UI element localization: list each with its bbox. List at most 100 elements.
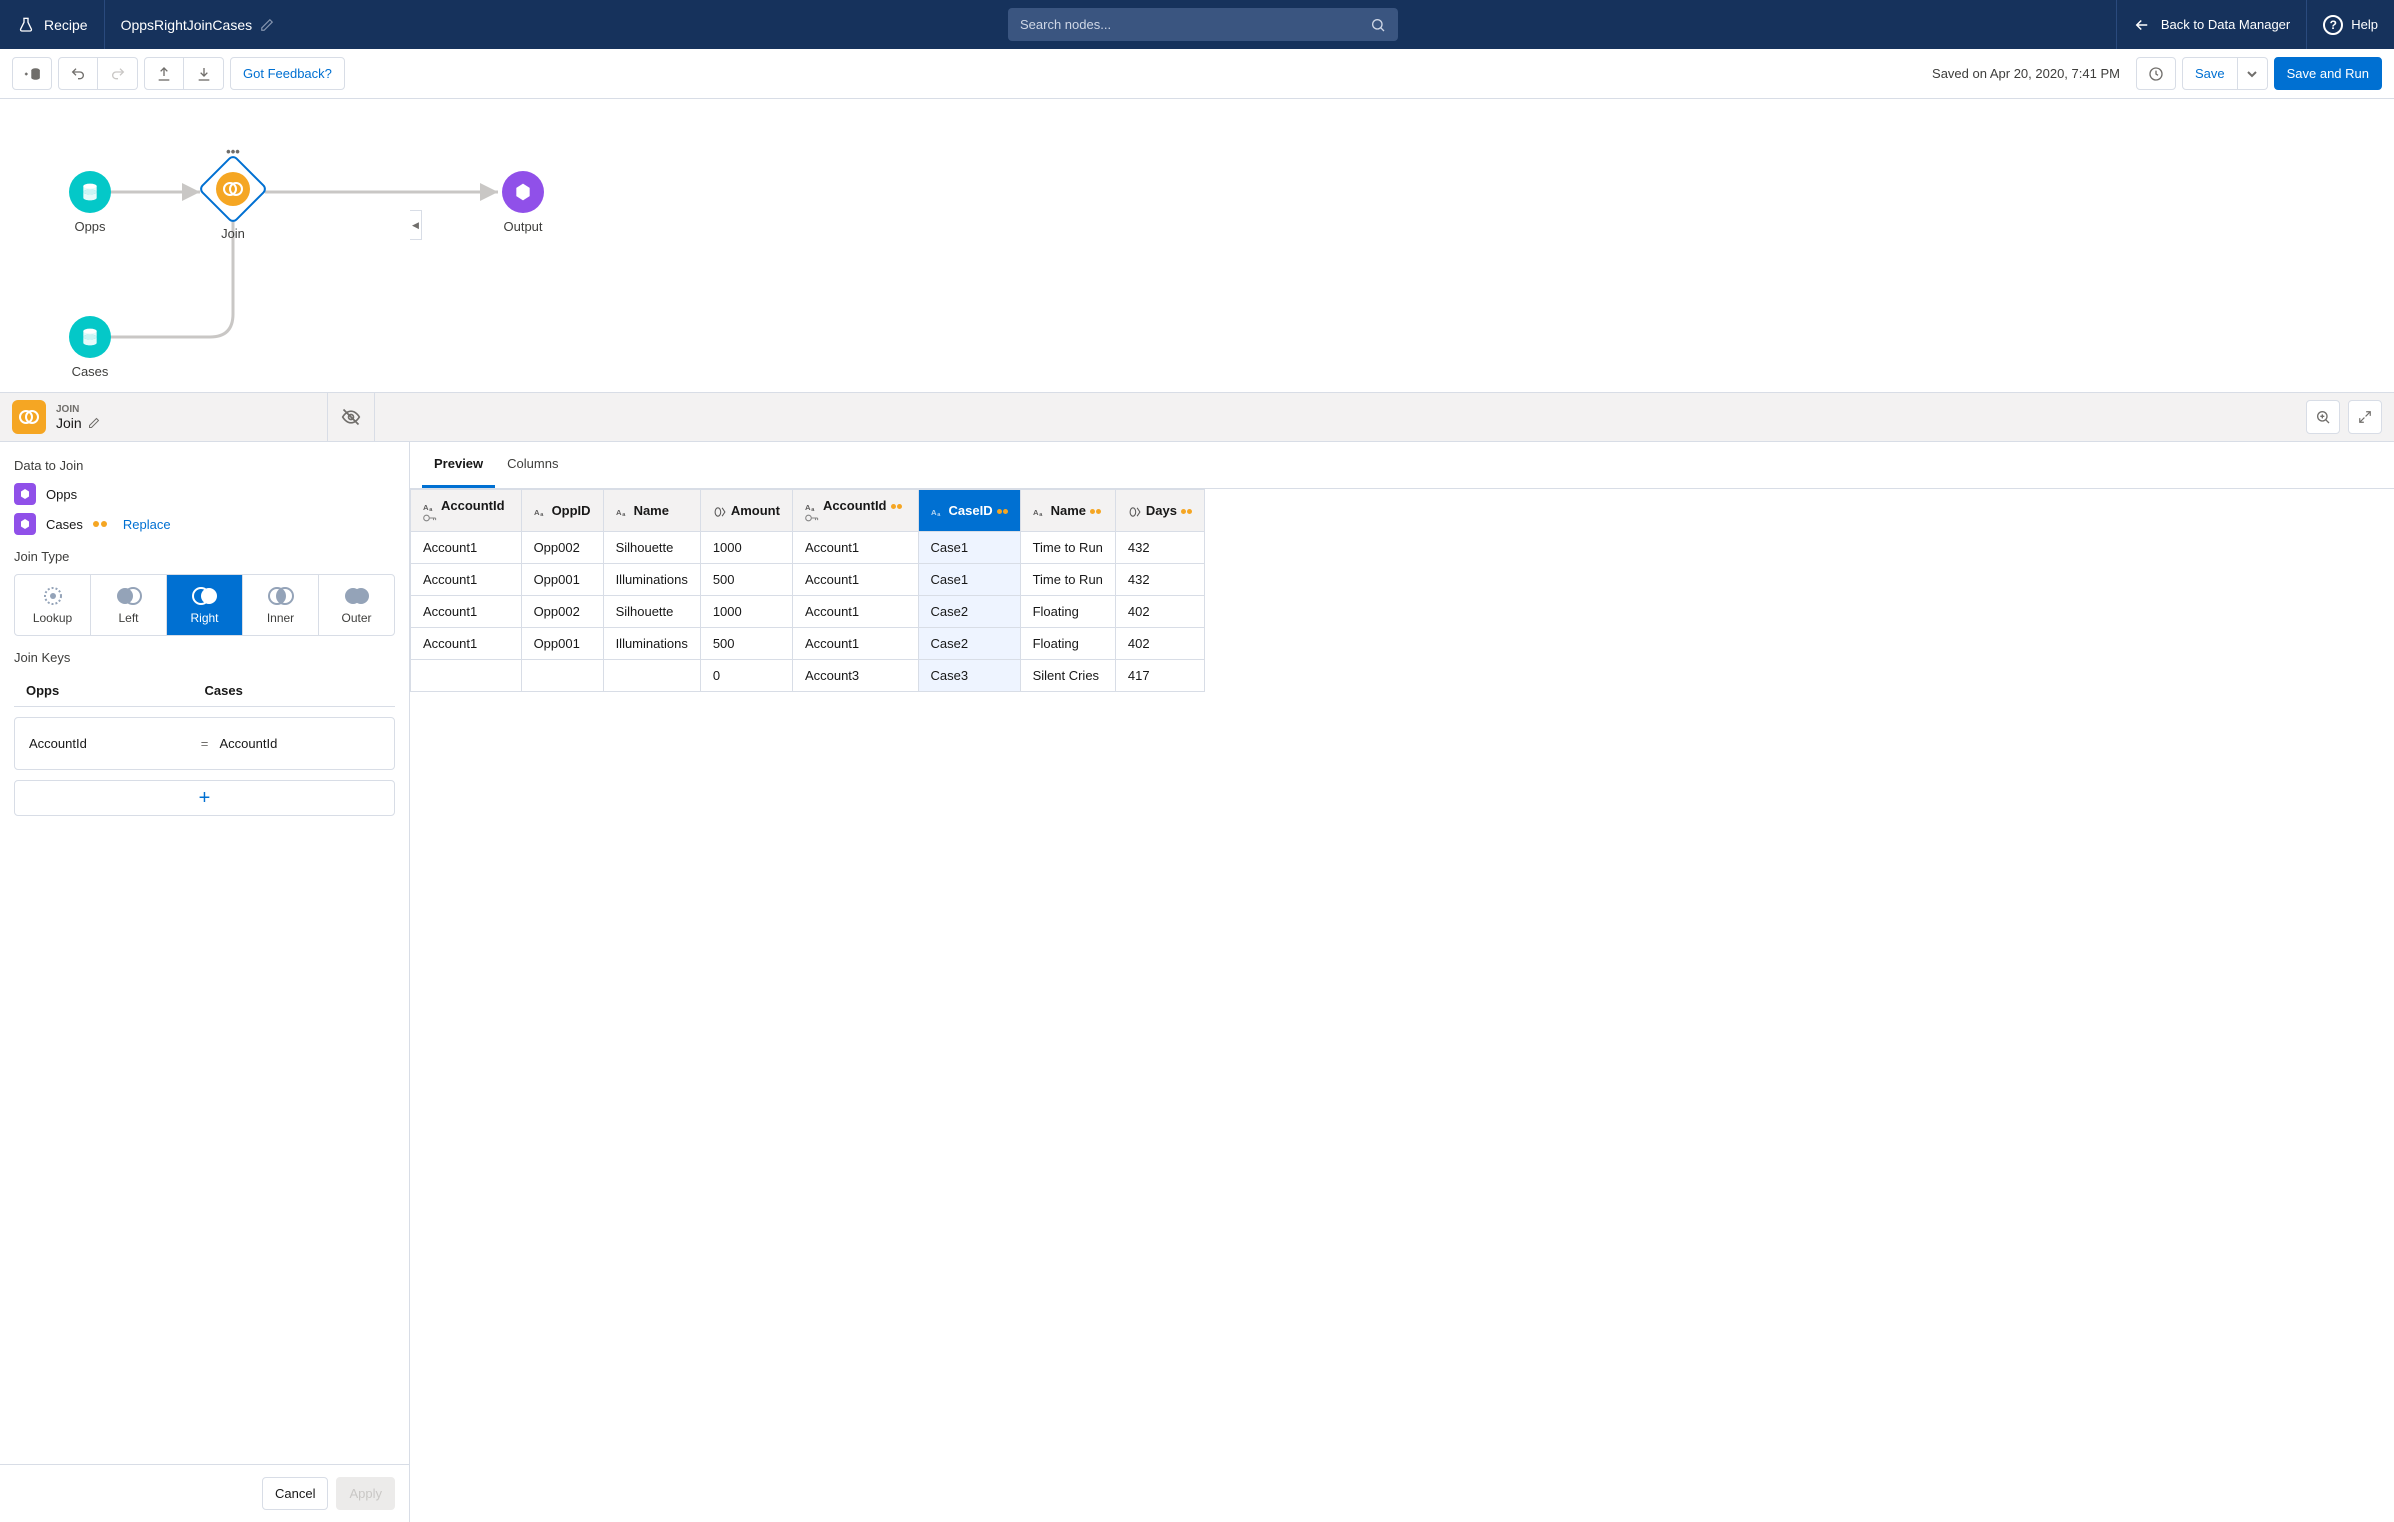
table-cell[interactable]: Silhouette (603, 596, 700, 628)
table-cell[interactable]: Account3 (792, 660, 918, 692)
table-cell[interactable]: 1000 (700, 532, 792, 564)
table-cell[interactable]: Illuminations (603, 564, 700, 596)
table-cell[interactable]: Account1 (792, 596, 918, 628)
help-link[interactable]: ? Help (2306, 0, 2394, 49)
data-to-join-label: Data to Join (14, 458, 395, 473)
table-cell[interactable]: Account1 (411, 532, 522, 564)
apply-button[interactable]: Apply (336, 1477, 395, 1510)
table-cell[interactable]: 500 (700, 564, 792, 596)
redo-button[interactable] (98, 57, 138, 90)
join-type-lookup[interactable]: Lookup (15, 575, 91, 635)
table-cell[interactable]: Case3 (918, 660, 1020, 692)
table-row[interactable]: Account1Opp002Silhouette1000Account1Case… (411, 532, 1205, 564)
table-cell[interactable]: 1000 (700, 596, 792, 628)
expand-button[interactable] (2348, 400, 2382, 434)
table-cell[interactable] (521, 660, 603, 692)
column-header[interactable]: AaName (1020, 490, 1115, 532)
svg-text:a: a (1039, 512, 1043, 518)
download-button[interactable] (184, 57, 224, 90)
join-type-right[interactable]: Right (167, 575, 243, 635)
table-cell[interactable]: Floating (1020, 628, 1115, 660)
history-button[interactable] (2136, 57, 2176, 90)
table-cell[interactable]: Silent Cries (1020, 660, 1115, 692)
column-header[interactable]: AaCaseID (918, 490, 1020, 532)
table-cell[interactable] (411, 660, 522, 692)
table-row[interactable]: Account1Opp001Illuminations500Account1Ca… (411, 628, 1205, 660)
search-box[interactable] (1008, 8, 1398, 41)
cancel-button[interactable]: Cancel (262, 1477, 328, 1510)
column-header[interactable]: Days (1115, 490, 1204, 532)
table-cell[interactable]: 402 (1115, 628, 1204, 660)
table-cell[interactable]: Account1 (792, 628, 918, 660)
equals-icon: = (190, 736, 220, 751)
join-type-inner[interactable]: Inner (243, 575, 319, 635)
table-cell[interactable] (603, 660, 700, 692)
table-cell[interactable]: Case2 (918, 628, 1020, 660)
join-type-group: Lookup Left Right Inner Outer (14, 574, 395, 636)
tab-columns[interactable]: Columns (495, 442, 570, 488)
table-cell[interactable]: 417 (1115, 660, 1204, 692)
undo-button[interactable] (58, 57, 98, 90)
join-type-outer[interactable]: Outer (319, 575, 394, 635)
table-cell[interactable]: Case1 (918, 532, 1020, 564)
column-header[interactable]: AaOppID (521, 490, 603, 532)
join-key-row[interactable]: AccountId = AccountId (14, 717, 395, 770)
toggle-visibility-button[interactable] (327, 393, 375, 441)
node-join[interactable]: ••• Join (193, 164, 273, 241)
column-header[interactable]: AaName (603, 490, 700, 532)
node-cases[interactable]: Cases (50, 316, 130, 379)
type-icon: Aa (1033, 506, 1047, 518)
table-row[interactable]: 0Account3Case3Silent Cries417 (411, 660, 1205, 692)
table-cell[interactable]: Account1 (411, 596, 522, 628)
column-header[interactable]: Amount (700, 490, 792, 532)
table-cell[interactable]: Case2 (918, 596, 1020, 628)
table-cell[interactable]: 432 (1115, 564, 1204, 596)
svg-text:A: A (1033, 507, 1039, 516)
edit-panel-name-icon[interactable] (88, 417, 100, 429)
flow-canvas[interactable]: Opps ••• Join Output Cases (0, 99, 2394, 392)
table-cell[interactable]: Opp002 (521, 532, 603, 564)
table-cell[interactable]: 500 (700, 628, 792, 660)
column-header[interactable]: AaAccountId (792, 490, 918, 532)
save-dropdown-button[interactable] (2238, 57, 2268, 90)
join-type-left[interactable]: Left (91, 575, 167, 635)
panel-name: Join (56, 415, 82, 431)
column-header[interactable]: AaAccountId (411, 490, 522, 532)
add-data-button[interactable] (12, 57, 52, 90)
table-cell[interactable]: 0 (700, 660, 792, 692)
upload-button[interactable] (144, 57, 184, 90)
table-cell[interactable]: Account1 (792, 532, 918, 564)
add-key-button[interactable]: + (14, 780, 395, 816)
table-cell[interactable]: Time to Run (1020, 532, 1115, 564)
edit-name-icon[interactable] (260, 18, 274, 32)
join-icon (12, 400, 46, 434)
back-link[interactable]: Back to Data Manager (2116, 0, 2306, 49)
table-cell[interactable]: Time to Run (1020, 564, 1115, 596)
zoom-button[interactable] (2306, 400, 2340, 434)
table-cell[interactable]: Case1 (918, 564, 1020, 596)
replace-link[interactable]: Replace (123, 517, 171, 532)
table-cell[interactable]: Opp001 (521, 564, 603, 596)
save-and-run-button[interactable]: Save and Run (2274, 57, 2382, 90)
table-cell[interactable]: Opp001 (521, 628, 603, 660)
table-cell[interactable]: Illuminations (603, 628, 700, 660)
table-row[interactable]: Account1Opp001Illuminations500Account1Ca… (411, 564, 1205, 596)
table-cell[interactable]: Account1 (411, 564, 522, 596)
table-cell[interactable]: Account1 (792, 564, 918, 596)
table-cell[interactable]: Opp002 (521, 596, 603, 628)
table-cell[interactable]: Account1 (411, 628, 522, 660)
node-output[interactable]: Output (483, 171, 563, 234)
table-cell[interactable]: Floating (1020, 596, 1115, 628)
table-cell[interactable]: 432 (1115, 532, 1204, 564)
save-button[interactable]: Save (2182, 57, 2238, 90)
back-label: Back to Data Manager (2161, 17, 2290, 32)
feedback-button[interactable]: Got Feedback? (230, 57, 345, 90)
tab-preview[interactable]: Preview (422, 442, 495, 488)
node-opps[interactable]: Opps (50, 171, 130, 234)
type-icon (1128, 506, 1142, 518)
collapse-panel-button[interactable]: ◀ (410, 210, 422, 240)
table-row[interactable]: Account1Opp002Silhouette1000Account1Case… (411, 596, 1205, 628)
table-cell[interactable]: 402 (1115, 596, 1204, 628)
table-cell[interactable]: Silhouette (603, 532, 700, 564)
search-input[interactable] (1020, 17, 1370, 32)
